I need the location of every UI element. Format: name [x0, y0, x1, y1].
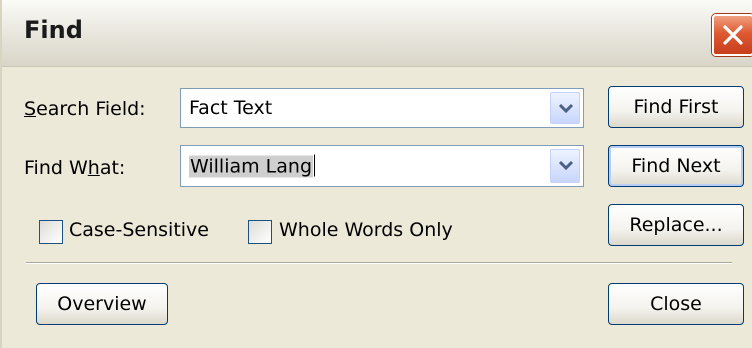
whole-words-checkbox[interactable] — [248, 220, 272, 244]
close-button[interactable]: Close — [608, 283, 744, 325]
chevron-down-icon — [558, 103, 574, 114]
find-next-button[interactable]: Find Next — [608, 145, 744, 187]
search-field-label: Search Field: — [24, 98, 146, 120]
find-what-dropdown-button[interactable] — [550, 149, 580, 183]
find-what-combo[interactable]: William Lang — [180, 145, 584, 187]
case-sensitive-label: Case-Sensitive — [69, 219, 209, 241]
find-what-selected-text: William Lang — [189, 155, 314, 178]
close-icon[interactable] — [712, 14, 752, 56]
text-caret — [314, 154, 316, 177]
overview-button[interactable]: Overview — [36, 283, 168, 325]
find-first-button[interactable]: Find First — [608, 86, 744, 128]
window-title: Find — [24, 16, 83, 44]
search-field-combo[interactable]: Fact Text — [180, 88, 584, 128]
find-what-label: Find What: — [24, 157, 126, 179]
find-what-input[interactable]: William Lang — [189, 154, 316, 178]
replace-button[interactable]: Replace... — [608, 204, 744, 246]
search-field-value: Fact Text — [189, 97, 273, 119]
separator-highlight — [26, 263, 732, 264]
whole-words-label: Whole Words Only — [279, 219, 453, 241]
find-dialog: Find Search Field: Fact Text Find What: … — [0, 0, 752, 348]
case-sensitive-checkbox[interactable] — [39, 220, 63, 244]
search-field-dropdown-button[interactable] — [550, 92, 580, 124]
title-bar[interactable]: Find — [2, 0, 752, 67]
chevron-down-icon — [558, 160, 574, 171]
